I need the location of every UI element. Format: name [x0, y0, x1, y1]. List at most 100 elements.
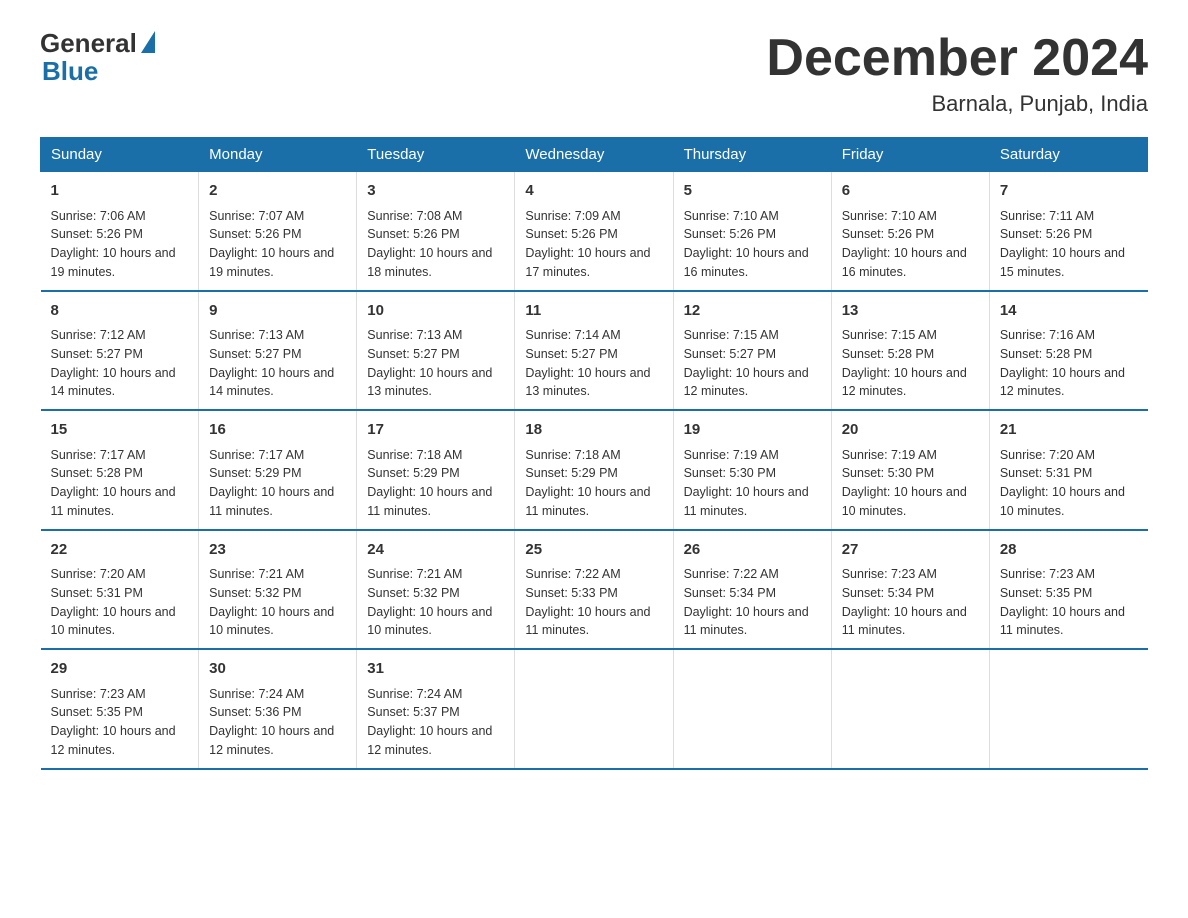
day-number: 9 [209, 300, 346, 323]
sunset-text: Sunset: 5:31 PM [1000, 466, 1092, 480]
day-cell: 13Sunrise: 7:15 AMSunset: 5:28 PMDayligh… [831, 291, 989, 411]
day-cell: 12 Sunrise: 7:15 AM Sunset: 5:27 PM Dayligh… [673, 291, 831, 411]
day-cell: 9Sunrise: 7:13 AMSunset: 5:27 PMDaylight… [199, 291, 357, 411]
daylight-text: Daylight: 10 hours and 11 minutes. [209, 485, 334, 518]
day-number: 4 [525, 180, 662, 203]
daylight-text: Daylight: 10 hours and 16 minutes. [842, 246, 967, 279]
day-cell: 8Sunrise: 7:12 AMSunset: 5:27 PMDaylight… [41, 291, 199, 411]
day-cell: 11Sunrise: 7:14 AMSunset: 5:27 PMDayligh… [515, 291, 673, 411]
daylight-text: Daylight: 10 hours and 12 minutes. [684, 366, 809, 399]
sunrise-text: Sunrise: 7:09 AM [525, 209, 620, 223]
day-cell: 23Sunrise: 7:21 AMSunset: 5:32 PMDayligh… [199, 530, 357, 650]
daylight-text: Daylight: 10 hours and 13 minutes. [367, 366, 492, 399]
day-number: 6 [842, 180, 979, 203]
daylight-text: Daylight: 10 hours and 11 minutes. [51, 485, 176, 518]
day-header-tuesday: Tuesday [357, 138, 515, 172]
day-cell: 6Sunrise: 7:10 AMSunset: 5:26 PMDaylight… [831, 172, 989, 291]
day-number: 7 [1000, 180, 1138, 203]
day-cell: 30Sunrise: 7:24 AMSunset: 5:36 PMDayligh… [199, 649, 357, 769]
day-cell: 21Sunrise: 7:20 AMSunset: 5:31 PMDayligh… [989, 410, 1147, 530]
sunset-text: Sunset: 5:34 PM [684, 586, 776, 600]
day-cell: 16Sunrise: 7:17 AMSunset: 5:29 PMDayligh… [199, 410, 357, 530]
sunrise-text: Sunrise: 7:21 AM [209, 567, 304, 581]
sunset-text: Sunset: 5:28 PM [1000, 347, 1092, 361]
day-cell: 10Sunrise: 7:13 AMSunset: 5:27 PMDayligh… [357, 291, 515, 411]
sunrise-text: Sunrise: 7:23 AM [1000, 567, 1095, 581]
day-header-monday: Monday [199, 138, 357, 172]
day-number: 26 [684, 539, 821, 562]
day-cell [673, 649, 831, 769]
sunrise-text: Sunrise: 7:22 AM [525, 567, 620, 581]
days-header-row: SundayMondayTuesdayWednesdayThursdayFrid… [41, 138, 1148, 172]
daylight-text: Daylight: 10 hours and 12 minutes. [842, 366, 967, 399]
daylight-text: Daylight: 10 hours and 16 minutes. [684, 246, 809, 279]
day-number: 24 [367, 539, 504, 562]
day-number: 29 [51, 658, 189, 681]
week-row-5: 29Sunrise: 7:23 AMSunset: 5:35 PMDayligh… [41, 649, 1148, 769]
day-header-saturday: Saturday [989, 138, 1147, 172]
daylight-text: Daylight: 10 hours and 19 minutes. [51, 246, 176, 279]
sunrise-text: Sunrise: 7:17 AM [51, 448, 146, 462]
sunrise-text: Sunrise: 7:24 AM [367, 687, 462, 701]
day-cell: 3Sunrise: 7:08 AMSunset: 5:26 PMDaylight… [357, 172, 515, 291]
sunrise-text: Sunrise: 7:13 AM [367, 328, 462, 342]
sunset-text: Sunset: 5:29 PM [525, 466, 617, 480]
sunset-text: Sunset: 5:26 PM [842, 227, 934, 241]
sunrise-text: Sunrise: 7:20 AM [51, 567, 146, 581]
sunset-text: Sunset: 5:27 PM [209, 347, 301, 361]
daylight-text: Daylight: 10 hours and 11 minutes. [684, 605, 809, 638]
daylight-text: Daylight: 10 hours and 10 minutes. [842, 485, 967, 518]
day-number: 13 [842, 300, 979, 323]
sunset-text: Sunset: 5:36 PM [209, 705, 301, 719]
daylight-text: Daylight: 10 hours and 10 minutes. [51, 605, 176, 638]
sunset-text: Sunset: 5:27 PM [367, 347, 459, 361]
day-number: 18 [525, 419, 662, 442]
week-row-4: 22Sunrise: 7:20 AMSunset: 5:31 PMDayligh… [41, 530, 1148, 650]
sunset-text: Sunset: 5:32 PM [367, 586, 459, 600]
daylight-text: Daylight: 10 hours and 10 minutes. [1000, 485, 1125, 518]
day-number: 5 [684, 180, 821, 203]
day-cell: 15Sunrise: 7:17 AMSunset: 5:28 PMDayligh… [41, 410, 199, 530]
day-number: 25 [525, 539, 662, 562]
day-cell: 19Sunrise: 7:19 AMSunset: 5:30 PMDayligh… [673, 410, 831, 530]
sunrise-text: Sunrise: 7:18 AM [367, 448, 462, 462]
month-title: December 2024 [766, 30, 1148, 87]
title-area: December 2024 Barnala, Punjab, India [766, 30, 1148, 117]
day-number: 17 [367, 419, 504, 442]
day-number: 22 [51, 539, 189, 562]
daylight-text: Daylight: 10 hours and 11 minutes. [684, 485, 809, 518]
sunrise-text: Sunrise: 7:12 AM [51, 328, 146, 342]
sunrise-text: Sunrise: 7:22 AM [684, 567, 779, 581]
sunset-text: Sunset: 5:26 PM [1000, 227, 1092, 241]
day-cell: 5Sunrise: 7:10 AMSunset: 5:26 PMDaylight… [673, 172, 831, 291]
day-number: 11 [525, 300, 662, 323]
location: Barnala, Punjab, India [766, 91, 1148, 117]
daylight-text: Daylight: 10 hours and 18 minutes. [367, 246, 492, 279]
sunrise-text: Sunrise: 7:16 AM [1000, 328, 1095, 342]
sunrise-text: Sunrise: 7:08 AM [367, 209, 462, 223]
day-cell: 14Sunrise: 7:16 AMSunset: 5:28 PMDayligh… [989, 291, 1147, 411]
day-number: 30 [209, 658, 346, 681]
day-cell: 7Sunrise: 7:11 AMSunset: 5:26 PMDaylight… [989, 172, 1147, 291]
sunrise-text: Sunrise: 7:07 AM [209, 209, 304, 223]
day-number: 19 [684, 419, 821, 442]
daylight-text: Daylight: 10 hours and 11 minutes. [842, 605, 967, 638]
day-header-wednesday: Wednesday [515, 138, 673, 172]
daylight-text: Daylight: 10 hours and 10 minutes. [367, 605, 492, 638]
day-number: 15 [51, 419, 189, 442]
sunset-text: Sunset: 5:26 PM [209, 227, 301, 241]
daylight-text: Daylight: 10 hours and 11 minutes. [525, 605, 650, 638]
sunrise-text: Sunrise: 7:15 AM [684, 328, 779, 342]
daylight-text: Daylight: 10 hours and 17 minutes. [525, 246, 650, 279]
day-number: 3 [367, 180, 504, 203]
day-cell [831, 649, 989, 769]
day-number: 12 [684, 300, 821, 323]
day-number: 21 [1000, 419, 1138, 442]
logo-general-text: General [40, 30, 137, 56]
sunset-text: Sunset: 5:30 PM [684, 466, 776, 480]
daylight-text: Daylight: 10 hours and 14 minutes. [51, 366, 176, 399]
sunset-text: Sunset: 5:27 PM [684, 347, 776, 361]
sunrise-text: Sunrise: 7:17 AM [209, 448, 304, 462]
day-cell: 4Sunrise: 7:09 AMSunset: 5:26 PMDaylight… [515, 172, 673, 291]
day-number: 23 [209, 539, 346, 562]
